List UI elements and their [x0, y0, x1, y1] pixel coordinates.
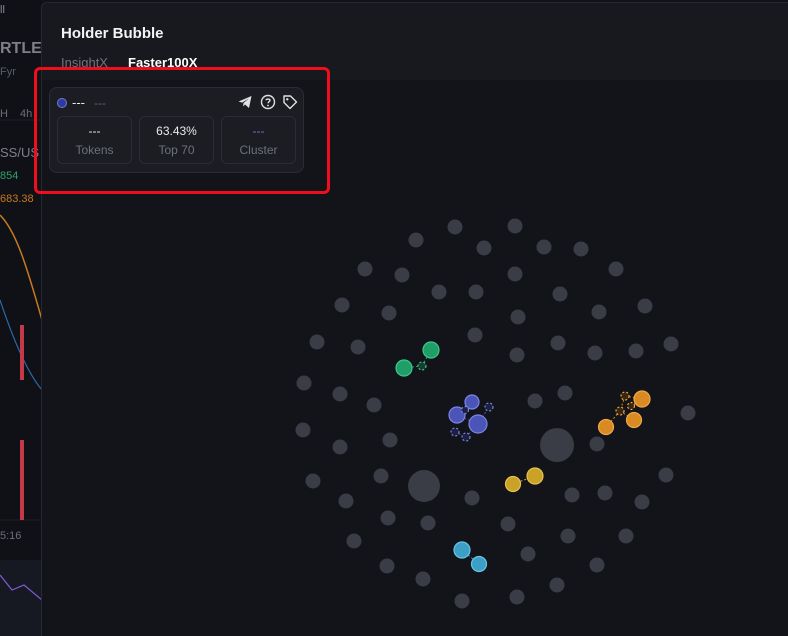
stat-tokens-value: ---	[88, 124, 101, 138]
holder-bubble[interactable]	[380, 510, 396, 526]
holder-bubble[interactable]	[454, 593, 470, 609]
holder-bubble[interactable]	[564, 487, 580, 503]
holder-bubble[interactable]	[350, 339, 366, 355]
holder-bubble[interactable]	[346, 533, 362, 549]
cluster-blue-node[interactable]	[461, 432, 471, 442]
holder-bubble[interactable]	[680, 405, 696, 421]
holder-bubble[interactable]	[589, 557, 605, 573]
token-color-dot	[57, 98, 67, 108]
holder-bubble[interactable]	[447, 219, 463, 235]
stat-tokens: --- Tokens	[57, 116, 132, 164]
holder-bubble[interactable]	[468, 284, 484, 300]
holder-bubble[interactable]	[628, 343, 644, 359]
holder-bubble[interactable]	[549, 577, 565, 593]
holder-bubble[interactable]	[527, 393, 543, 409]
telegram-icon[interactable]	[237, 94, 253, 110]
holder-bubble[interactable]	[366, 397, 382, 413]
holder-bubble[interactable]	[415, 571, 431, 587]
cluster-green-bubble[interactable]	[395, 359, 413, 377]
holder-bubble[interactable]	[597, 485, 613, 501]
cluster-yellow-bubble[interactable]	[504, 475, 522, 493]
stat-cluster-value: ---	[252, 124, 265, 138]
holder-bubble[interactable]	[618, 528, 634, 544]
holder-bubble[interactable]	[573, 241, 589, 257]
cluster-orange-bubble[interactable]	[597, 418, 615, 436]
holder-bubble[interactable]	[552, 286, 568, 302]
token-info-card: --- --- --- Tokens 63.43% Top 70 --- Clu…	[49, 87, 304, 173]
holder-bubble[interactable]	[408, 232, 424, 248]
holder-bubble[interactable]	[464, 490, 480, 506]
holder-bubble[interactable]	[557, 385, 573, 401]
holder-bubble[interactable]	[296, 375, 312, 391]
holder-bubble[interactable]	[382, 432, 398, 448]
holder-bubble[interactable]	[509, 347, 525, 363]
holder-bubble[interactable]	[663, 336, 679, 352]
holder-bubble[interactable]	[591, 304, 607, 320]
holder-bubble-large[interactable]	[540, 428, 574, 462]
holder-bubble[interactable]	[500, 516, 516, 532]
holder-bubble[interactable]	[332, 386, 348, 402]
cluster-orange-node[interactable]	[626, 401, 636, 411]
holder-bubble[interactable]	[536, 239, 552, 255]
holder-bubble[interactable]	[509, 589, 525, 605]
stat-cluster-label: Cluster	[239, 143, 278, 157]
holder-bubble[interactable]	[309, 334, 325, 350]
stat-top70-label: Top 70	[158, 143, 195, 157]
holder-bubble[interactable]	[332, 439, 348, 455]
cluster-cyan-bubble[interactable]	[453, 541, 471, 559]
cluster-green-bubble[interactable]	[422, 341, 440, 359]
holder-bubble[interactable]	[357, 261, 373, 277]
tag-icon[interactable]	[282, 94, 298, 110]
holder-bubble[interactable]	[334, 297, 350, 313]
cluster-cyan-bubble[interactable]	[470, 555, 488, 573]
stat-top70-value: 63.43%	[156, 124, 197, 138]
help-icon[interactable]	[260, 94, 276, 110]
cluster-orange-bubble[interactable]	[625, 411, 643, 429]
holder-bubble[interactable]	[507, 218, 523, 234]
holder-bubble[interactable]	[587, 345, 603, 361]
holder-bubble-large[interactable]	[408, 470, 440, 502]
holder-bubble[interactable]	[394, 267, 410, 283]
holder-bubble[interactable]	[295, 422, 311, 438]
cluster-green-node[interactable]	[417, 361, 427, 371]
cluster-orange-node[interactable]	[620, 391, 630, 401]
holder-bubble[interactable]	[379, 558, 395, 574]
holder-bubble[interactable]	[560, 528, 576, 544]
holder-bubble[interactable]	[634, 494, 650, 510]
holder-bubble[interactable]	[305, 473, 321, 489]
holder-bubble[interactable]	[476, 240, 492, 256]
cluster-blue-node[interactable]	[484, 402, 494, 412]
cluster-blue-bubble[interactable]	[468, 414, 488, 434]
holder-bubble[interactable]	[507, 266, 523, 282]
cluster-yellow-bubble[interactable]	[526, 467, 544, 485]
stat-tokens-label: Tokens	[75, 143, 114, 157]
holder-bubble[interactable]	[431, 284, 447, 300]
cluster-orange-node[interactable]	[615, 406, 625, 416]
holder-bubble[interactable]	[467, 327, 483, 343]
holder-bubble[interactable]	[608, 261, 624, 277]
holder-bubble[interactable]	[510, 309, 526, 325]
cluster-blue-node[interactable]	[450, 427, 460, 437]
cluster-orange-bubble[interactable]	[633, 390, 651, 408]
holder-bubble[interactable]	[637, 298, 653, 314]
holder-bubble[interactable]	[381, 305, 397, 321]
holder-bubble[interactable]	[658, 467, 674, 483]
holder-bubble[interactable]	[520, 546, 536, 562]
token-name: ---	[72, 95, 85, 110]
stat-cluster: --- Cluster	[221, 116, 296, 164]
holder-bubble[interactable]	[373, 468, 389, 484]
cluster-blue-node[interactable]	[460, 405, 470, 415]
holder-bubble[interactable]	[589, 436, 605, 452]
stat-top70: 63.43% Top 70	[139, 116, 214, 164]
holder-bubble[interactable]	[550, 335, 566, 351]
cluster-blue-bubble[interactable]	[464, 394, 480, 410]
holder-bubble[interactable]	[338, 493, 354, 509]
holder-bubble[interactable]	[420, 515, 436, 531]
token-symbol: ---	[94, 96, 106, 110]
